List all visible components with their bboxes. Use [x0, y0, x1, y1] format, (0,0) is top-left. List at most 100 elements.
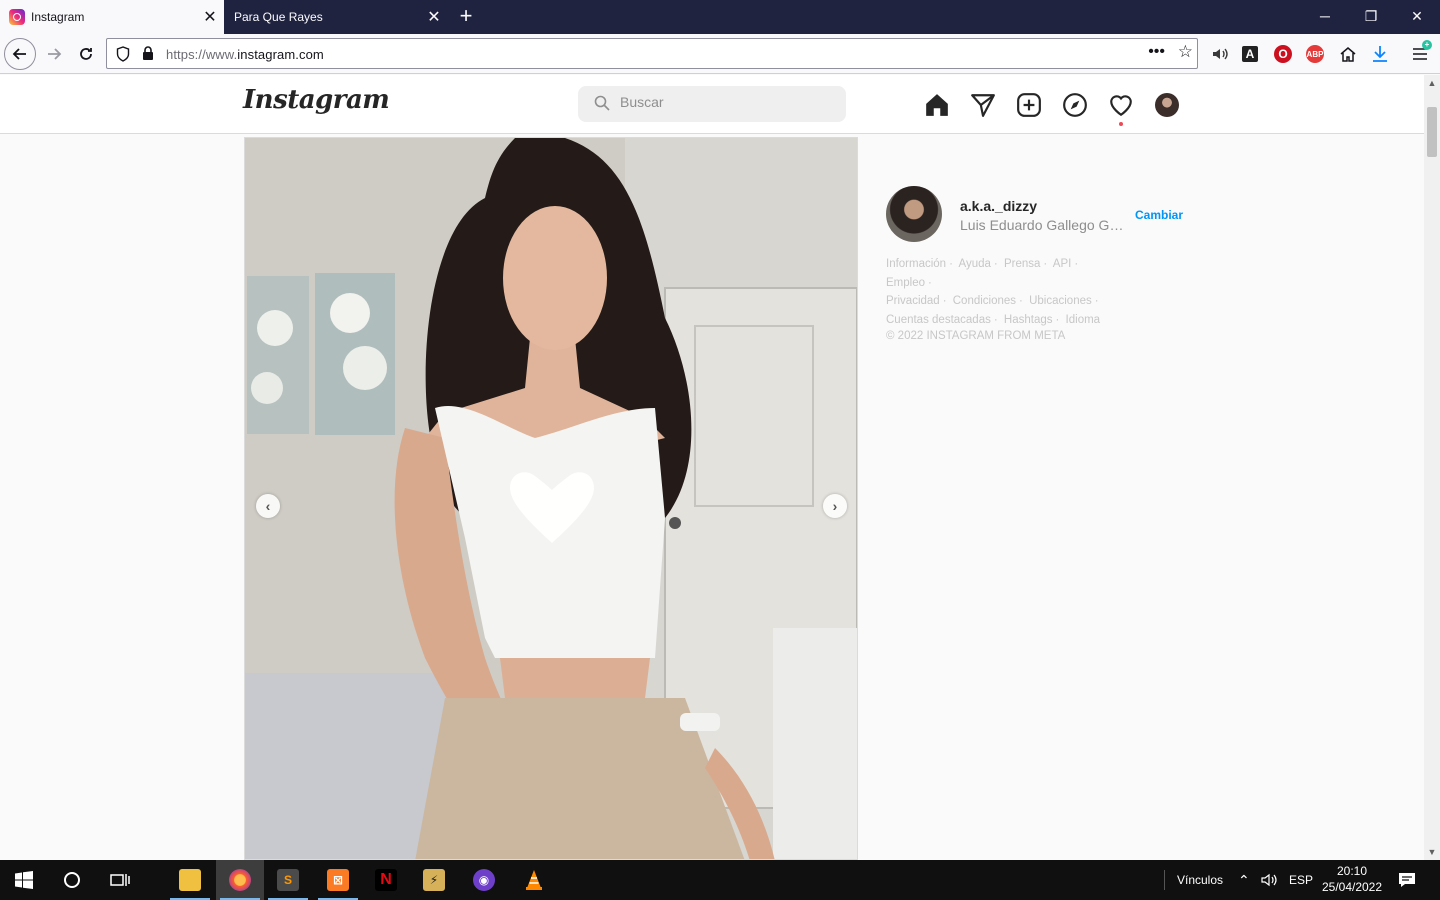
page-actions-icon[interactable]: ••• [1148, 43, 1165, 61]
netflix-icon: N [375, 869, 397, 891]
update-badge-icon: + [1422, 40, 1432, 50]
bolt-app-icon: ⚡ [423, 869, 445, 891]
back-arrow-icon [12, 48, 26, 60]
menu-hamburger-icon[interactable]: + [1410, 40, 1432, 64]
tab-para-que-rayes[interactable]: Para Que Rayes ✕ [224, 0, 448, 34]
adblock-icon[interactable]: ABP [1306, 45, 1324, 63]
tab-close-icon[interactable]: ✕ [196, 7, 224, 27]
tray-divider [1164, 870, 1165, 890]
extension-icon[interactable]: A [1242, 46, 1258, 62]
reload-icon [80, 48, 92, 60]
taskbar-file-explorer[interactable] [166, 860, 214, 900]
home-icon[interactable] [924, 92, 950, 118]
forward-button[interactable] [38, 38, 70, 70]
instagram-header: Instagram [0, 75, 1424, 134]
footer-link[interactable]: Privacidad [886, 295, 940, 307]
activity-heart-icon[interactable] [1108, 92, 1134, 118]
footer-link[interactable]: API [1053, 258, 1072, 270]
profile-card: a.k.a._dizzy Luis Eduardo Gallego Gar...… [886, 186, 1186, 242]
footer-link[interactable]: Idioma [1066, 314, 1101, 326]
post-image[interactable]: ‹ › [244, 137, 858, 860]
direct-messages-icon[interactable] [970, 92, 996, 118]
scroll-up-arrow-icon[interactable]: ▲ [1424, 75, 1440, 91]
bookmark-star-icon[interactable]: ☆ [1178, 42, 1193, 62]
notification-center-icon[interactable] [1398, 860, 1416, 900]
opera-extension-icon[interactable]: O [1274, 45, 1292, 63]
post-photo-illustration [245, 138, 857, 859]
windows-logo-icon [15, 871, 33, 889]
tracking-shield-icon[interactable] [116, 46, 130, 62]
notification-dot [1119, 122, 1123, 126]
input-language[interactable]: ESP [1289, 860, 1313, 900]
carousel-next-button[interactable]: › [823, 494, 847, 518]
profile-full-name: Luis Eduardo Gallego Gar... [960, 217, 1130, 233]
clock[interactable]: 20:10 25/04/2022 [1312, 863, 1392, 895]
instagram-favicon-icon [9, 9, 25, 25]
search-input[interactable] [620, 94, 830, 110]
start-button[interactable] [0, 860, 48, 900]
taskbar-app[interactable]: ⚡ [410, 860, 458, 900]
search-icon [594, 95, 610, 111]
taskbar-netflix[interactable]: N [362, 860, 410, 900]
taskbar-github[interactable]: ◉ [460, 860, 508, 900]
url-prefix: https://www. [166, 47, 238, 62]
url-host: instagram.com [237, 47, 324, 62]
close-window-button[interactable]: ✕ [1394, 0, 1440, 34]
restore-window-button[interactable]: ❐ [1348, 0, 1394, 34]
search-button[interactable] [48, 860, 96, 900]
forward-arrow-icon [48, 48, 62, 60]
scrollbar-thumb[interactable] [1427, 107, 1437, 157]
vlc-cone-icon [526, 870, 542, 890]
new-post-icon[interactable] [1016, 92, 1042, 118]
taskbar-sublime-text[interactable]: S [264, 860, 312, 900]
links-toolbar[interactable]: Vínculos [1177, 860, 1223, 900]
minimize-window-button[interactable]: ─ [1302, 0, 1348, 34]
sublime-text-icon: S [277, 869, 299, 891]
instagram-logo[interactable]: Instagram [243, 85, 390, 115]
task-view-icon [110, 874, 130, 886]
back-button[interactable] [4, 38, 36, 70]
reload-button[interactable] [70, 38, 102, 70]
home-icon[interactable] [1338, 44, 1358, 64]
tab-instagram[interactable]: Instagram ✕ [0, 0, 224, 34]
url-text: https://www.instagram.com [166, 47, 324, 62]
footer-link[interactable]: Empleo [886, 277, 925, 289]
taskbar-xampp[interactable]: ⊠ [314, 860, 362, 900]
footer-links: Información · Ayuda · Prensa · API · Empleo ·… [886, 258, 1101, 326]
carousel-prev-button[interactable]: ‹ [256, 494, 280, 518]
taskbar-firefox[interactable] [216, 860, 264, 900]
tab-title: Instagram [31, 10, 85, 24]
search-box[interactable] [578, 86, 846, 122]
tab-title: Para Que Rayes [234, 10, 323, 24]
address-bar[interactable]: https://www.instagram.com ••• ☆ [106, 38, 1198, 69]
footer-link[interactable]: Ayuda [959, 258, 991, 270]
footer-link[interactable]: Hashtags [1004, 314, 1053, 326]
volume-icon[interactable] [1260, 860, 1278, 900]
new-tab-button[interactable]: + [452, 3, 480, 31]
footer-link[interactable]: Condiciones [953, 295, 1016, 307]
explore-compass-icon[interactable] [1062, 92, 1088, 118]
xampp-icon: ⊠ [327, 869, 349, 891]
scroll-down-arrow-icon[interactable]: ▼ [1424, 844, 1440, 860]
taskbar-vlc[interactable] [510, 860, 558, 900]
folder-icon [179, 869, 201, 891]
switch-account-button[interactable]: Cambiar [1135, 208, 1183, 222]
profile-avatar[interactable] [886, 186, 942, 242]
profile-avatar[interactable] [1155, 93, 1179, 117]
page-scrollbar[interactable]: ▲ ▼ [1424, 75, 1440, 860]
clock-time: 20:10 [1336, 864, 1368, 878]
footer-link[interactable]: Información [886, 258, 946, 270]
footer-link[interactable]: Ubicaciones [1029, 295, 1092, 307]
footer-link[interactable]: Cuentas destacadas [886, 314, 991, 326]
browser-nav-bar: https://www.instagram.com ••• ☆ A O ABP … [0, 34, 1440, 74]
profile-username[interactable]: a.k.a._dizzy [960, 198, 1037, 214]
copyright-text: © 2022 INSTAGRAM FROM META [886, 330, 1066, 342]
tray-chevron-up-icon[interactable]: ⌃ [1238, 860, 1250, 900]
speaker-icon[interactable] [1210, 44, 1230, 64]
lock-icon[interactable] [142, 46, 154, 61]
tab-close-icon[interactable]: ✕ [420, 7, 448, 27]
download-icon[interactable] [1370, 44, 1390, 64]
task-view-button[interactable] [96, 860, 144, 900]
github-icon: ◉ [473, 869, 495, 891]
footer-link[interactable]: Prensa [1004, 258, 1040, 270]
